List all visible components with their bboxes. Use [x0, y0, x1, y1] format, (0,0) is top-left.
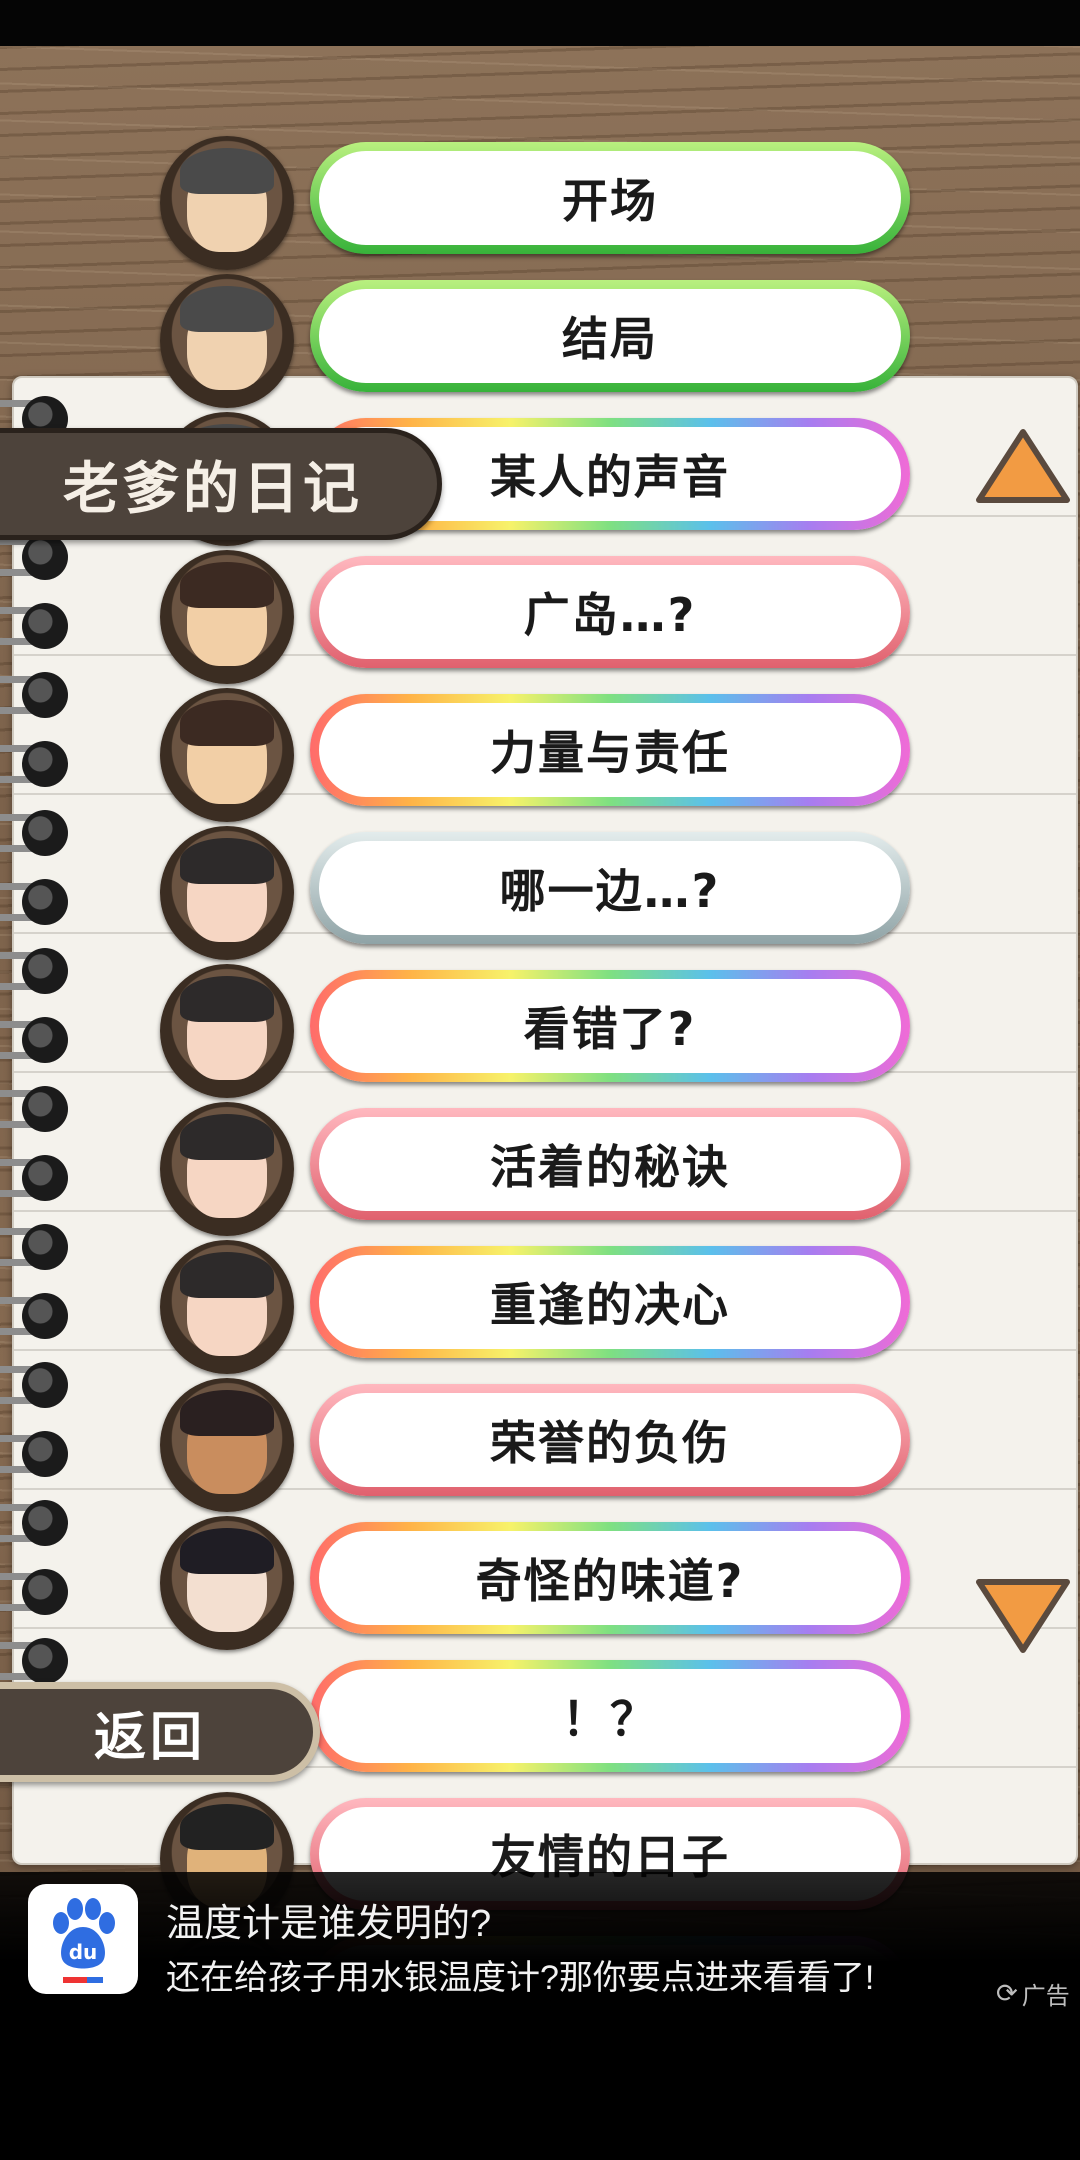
triangle-up-icon[interactable]: [975, 426, 1071, 506]
spiral-hole: [22, 1638, 68, 1684]
chapter-button[interactable]: 重逢的决心: [310, 1246, 910, 1358]
chapter-button[interactable]: 看错了?: [310, 970, 910, 1082]
status-bar: [0, 0, 1080, 46]
curly-hair-woman-avatar: [160, 688, 294, 822]
page-title: 老爹的日记: [0, 428, 442, 540]
chapter-label: 荣誉的负伤: [319, 1393, 901, 1487]
ad-tag: ⟳ 广告: [996, 1976, 1070, 2011]
spiral-hole: [22, 879, 68, 925]
tan-man-avatar: [160, 1378, 294, 1512]
chapter-label: 结局: [319, 289, 901, 383]
chapter-row[interactable]: 看错了?: [160, 964, 920, 1098]
bob-hair-woman-avatar: [160, 1516, 294, 1650]
chapter-button[interactable]: 开场: [310, 142, 910, 254]
back-button[interactable]: 返回: [0, 1682, 320, 1782]
spiral-hole: [22, 1017, 68, 1063]
chapter-row[interactable]: 力量与责任: [160, 688, 920, 822]
spiral-hole: [22, 741, 68, 787]
spiral-hole: [22, 810, 68, 856]
chapter-label: 重逢的决心: [319, 1255, 901, 1349]
chapter-label: 奇怪的味道?: [319, 1531, 901, 1625]
ad-tag-label: 广告: [1021, 1983, 1070, 2010]
chapter-row[interactable]: 哪一边…?: [160, 826, 920, 960]
avatar-hair: [180, 1390, 274, 1436]
chapter-row[interactable]: 广岛…?: [160, 550, 920, 684]
chapter-label: 力量与责任: [319, 703, 901, 797]
avatar-hair: [180, 1804, 274, 1850]
spiral-hole: [22, 1431, 68, 1477]
chapter-button[interactable]: 活着的秘诀: [310, 1108, 910, 1220]
chapter-label: 看错了?: [319, 979, 901, 1073]
triangle-down-icon[interactable]: [975, 1576, 1071, 1656]
avatar-hair: [180, 700, 274, 746]
chapter-row[interactable]: 奇怪的味道?: [160, 1516, 920, 1650]
spiral-hole: [22, 1569, 68, 1615]
spiral-hole: [22, 603, 68, 649]
chapter-button[interactable]: 哪一边…?: [310, 832, 910, 944]
chapter-label: ！？: [319, 1669, 901, 1763]
chapter-button[interactable]: 奇怪的味道?: [310, 1522, 910, 1634]
logo-underline: [63, 1977, 103, 1983]
avatar-hair: [180, 1114, 274, 1160]
ad-description[interactable]: 还在给孩子用水银温度计?那你要点进来看看了!: [166, 1950, 874, 1999]
baidu-paw-icon[interactable]: du: [28, 1884, 138, 1994]
spiral-hole: [22, 1362, 68, 1408]
chapter-button[interactable]: ！？: [310, 1660, 910, 1772]
chapter-button[interactable]: 结局: [310, 280, 910, 392]
chapter-button[interactable]: 广岛…?: [310, 556, 910, 668]
ad-banner[interactable]: [0, 1872, 1080, 1962]
chapter-row[interactable]: 开场: [160, 136, 920, 270]
chapter-label: 广岛…?: [319, 565, 901, 659]
curly-hair-woman-avatar: [160, 550, 294, 684]
avatar-hair: [180, 562, 274, 608]
old-man-avatar: [160, 274, 294, 408]
old-man-avatar: [160, 136, 294, 270]
spiral-hole: [22, 948, 68, 994]
ad-close-icon[interactable]: ⟳: [996, 1978, 1018, 2009]
chapter-label: 开场: [319, 151, 901, 245]
avatar-hair: [180, 976, 274, 1022]
chapter-row[interactable]: 重逢的决心: [160, 1240, 920, 1374]
wood-background: 开场 结局 某人的声音 广岛…? 力量与责任 哪一边…? 看错了? 活着的秘诀 重逢的决心 荣誉的…: [0, 46, 1080, 1962]
avatar-hair: [180, 286, 274, 332]
spiral-hole: [22, 1293, 68, 1339]
plump-woman-avatar: [160, 1240, 294, 1374]
spiral-hole: [22, 1224, 68, 1270]
avatar-hair: [180, 148, 274, 194]
chapter-label: 哪一边…?: [319, 841, 901, 935]
avatar-hair: [180, 1252, 274, 1298]
plump-woman-avatar: [160, 826, 294, 960]
ad-title[interactable]: 温度计是谁发明的?: [166, 1892, 491, 1947]
plump-woman-avatar: [160, 964, 294, 1098]
logo-text: du: [69, 1940, 98, 1964]
chapter-button[interactable]: 荣誉的负伤: [310, 1384, 910, 1496]
chapter-row[interactable]: 活着的秘诀: [160, 1102, 920, 1236]
plump-woman-avatar: [160, 1102, 294, 1236]
chapter-row[interactable]: 结局: [160, 274, 920, 408]
spiral-hole: [22, 1500, 68, 1546]
chapter-label: 活着的秘诀: [319, 1117, 901, 1211]
spiral-hole: [22, 534, 68, 580]
chapter-row[interactable]: 荣誉的负伤: [160, 1378, 920, 1512]
avatar-hair: [180, 1528, 274, 1574]
spiral-hole: [22, 1086, 68, 1132]
spiral-hole: [22, 1155, 68, 1201]
avatar-hair: [180, 838, 274, 884]
paw-icon: du: [53, 1898, 115, 1969]
chapter-button[interactable]: 力量与责任: [310, 694, 910, 806]
spiral-hole: [22, 672, 68, 718]
